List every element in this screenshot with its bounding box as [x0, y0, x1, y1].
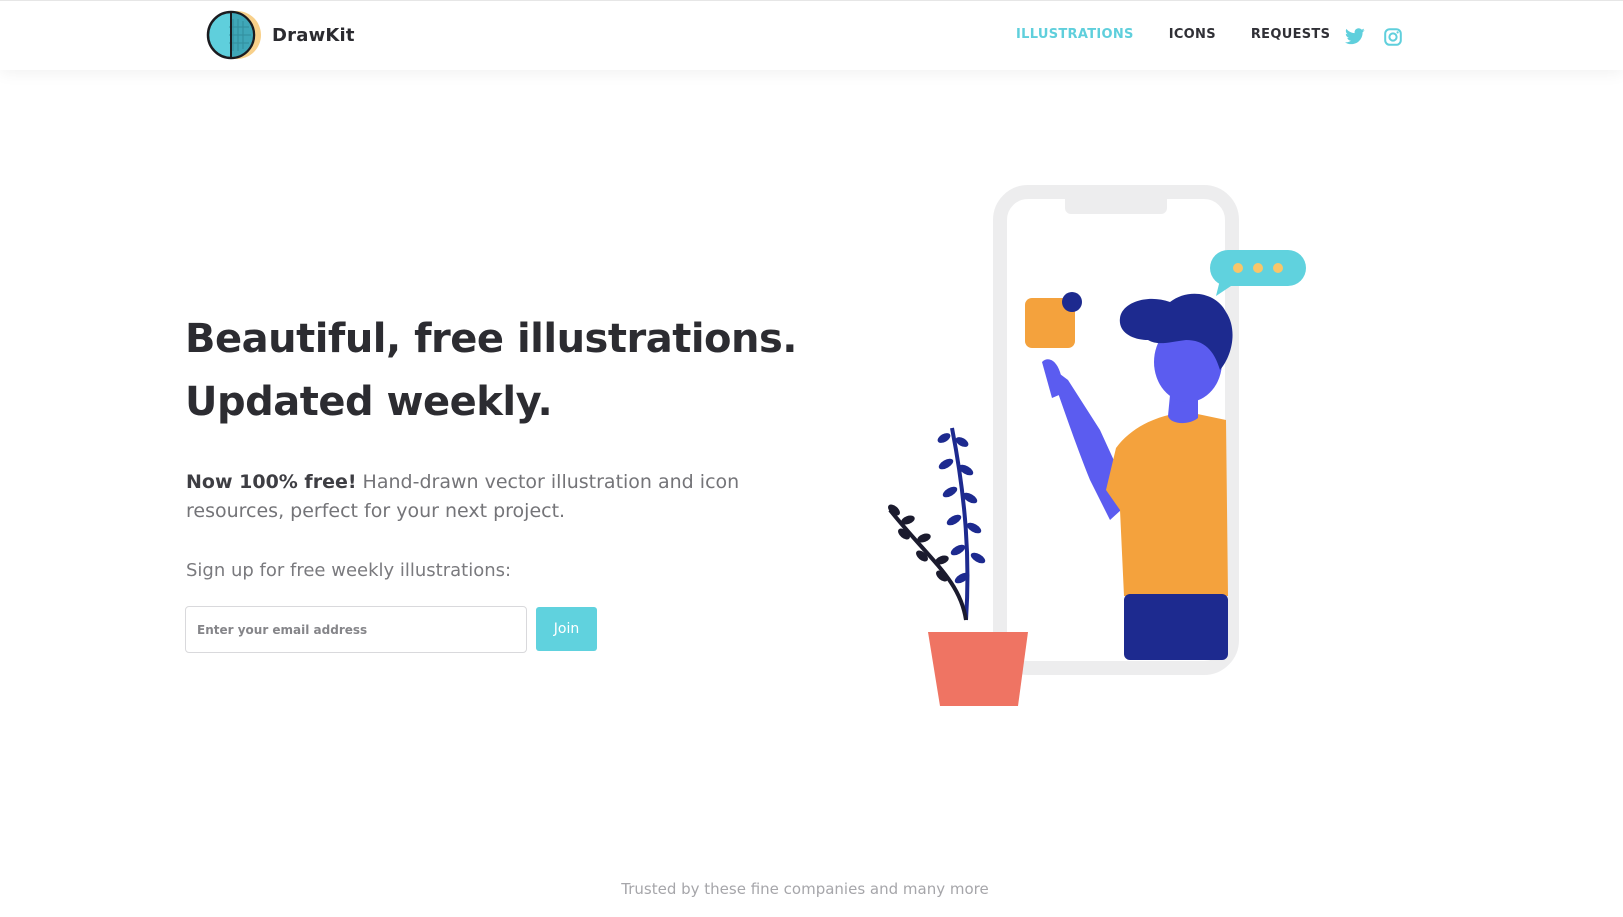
drawkit-logo-icon [206, 10, 261, 60]
main-nav: ILLUSTRATIONS ICONS REQUESTS [1016, 27, 1365, 42]
signup-label: Sign up for free weekly illustrations: [186, 560, 512, 581]
brand-logo[interactable]: DrawKit [203, 9, 355, 61]
lead-highlight: Now 100% free! [186, 471, 357, 493]
nav-requests[interactable]: REQUESTS [1251, 27, 1330, 42]
phone-notch [1065, 192, 1167, 214]
site-header: DrawKit ILLUSTRATIONS ICONS REQUESTS [0, 0, 1623, 70]
instagram-icon[interactable] [1384, 28, 1402, 51]
twitter-icon[interactable] [1345, 28, 1365, 50]
headline-line-2: Updated weekly. [185, 379, 553, 425]
page: DrawKit ILLUSTRATIONS ICONS REQUESTS Bea… [0, 0, 1623, 917]
hero-lead: Now 100% free! Hand-drawn vector illustr… [186, 468, 786, 526]
email-input[interactable] [185, 606, 527, 653]
join-button[interactable]: Join [536, 607, 597, 651]
brand-name: DrawKit [272, 24, 355, 46]
nav-illustrations[interactable]: ILLUSTRATIONS [1016, 27, 1134, 42]
chat-bubble-icon [1210, 250, 1306, 296]
hero-illustration [888, 185, 1306, 706]
hero-headline: Beautiful, free illustrations. Updated w… [185, 308, 798, 434]
headline-line-1: Beautiful, free illustrations. [185, 316, 798, 362]
app-square-icon [1025, 292, 1082, 348]
plant-pot [928, 632, 1028, 706]
trusted-by-text: Trusted by these fine companies and many… [621, 880, 989, 898]
nav-icons[interactable]: ICONS [1169, 27, 1216, 42]
